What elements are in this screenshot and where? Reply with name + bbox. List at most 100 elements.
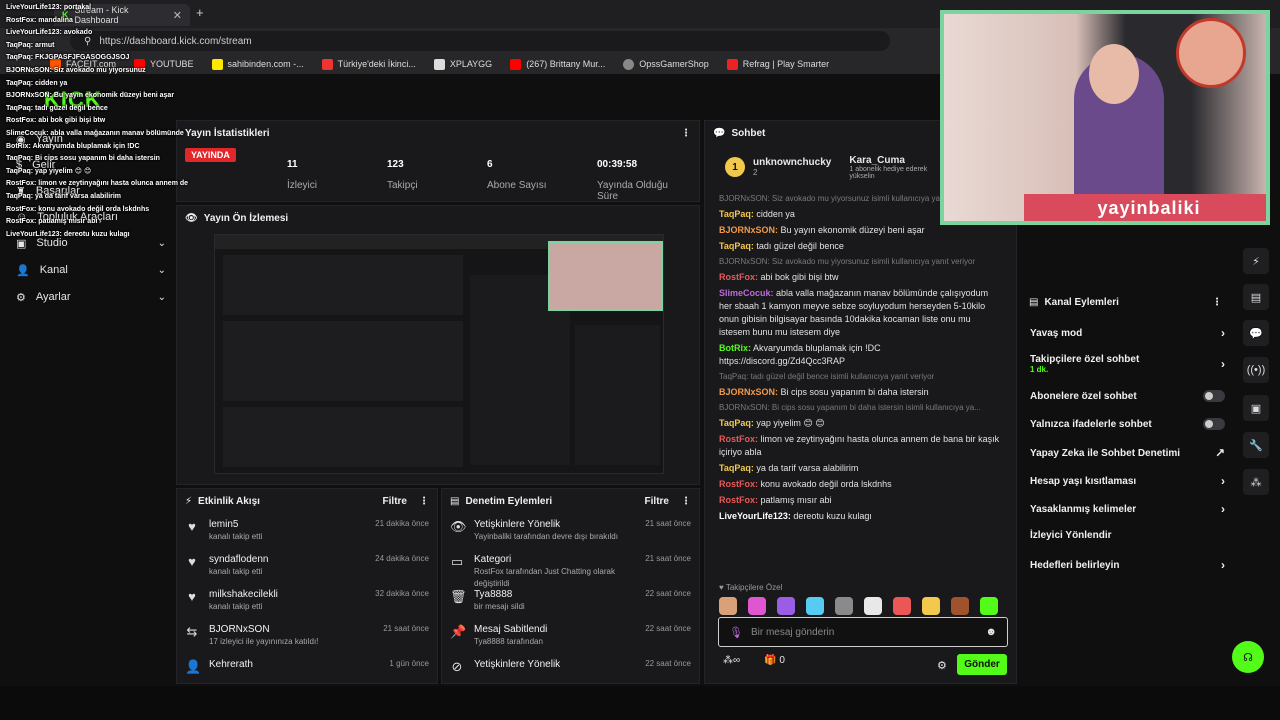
wrench-icon[interactable]: 🔧	[1243, 432, 1269, 458]
emote-icon[interactable]	[893, 597, 911, 615]
bookmark-faceit[interactable]: FACEIT.com	[50, 58, 116, 70]
bookmark-sahibinden[interactable]: sahibinden.com -...	[211, 58, 304, 70]
channel-action-6[interactable]: Yasaklanmış kelimeler ›	[1030, 502, 1225, 516]
chat-username[interactable]: LiveYourLife123:	[719, 511, 791, 521]
emote-icon[interactable]	[980, 597, 998, 615]
chevron-right-icon: ›	[1221, 502, 1225, 516]
chat-input[interactable]: 🎙 Bir mesaj gönderin ☻	[718, 617, 1008, 647]
pin-icon: 📌	[450, 624, 467, 639]
close-tab-icon[interactable]: ✕	[173, 9, 182, 22]
chevron-right-icon: ›	[1221, 558, 1225, 572]
browser-tab[interactable]: K Stream - Kick Dashboard ✕	[54, 4, 190, 26]
layout-icon[interactable]: ▣	[1243, 395, 1269, 421]
filter-button[interactable]: Filtre	[383, 496, 407, 507]
broadcast-icon[interactable]: ((•))	[1243, 357, 1269, 383]
stat-subscribers: 6 Abone Sayısı	[487, 159, 547, 191]
sidebar-item-kanal[interactable]: 👤 Kanal ⌄	[16, 259, 166, 281]
chat-message: TaqPaq: yap yiyelim 😊 😊	[705, 417, 1016, 430]
chat-message: LiveYourLife123: dereotu kuzu kulagı	[705, 510, 1016, 523]
bookmark-opss[interactable]: OpssGamerShop	[623, 58, 709, 70]
sidebar-item-basarilar[interactable]: ♜ Başarılar	[16, 180, 166, 202]
activity-row: ♥ lemin5 kanalı takip etti 21 dakika önce	[177, 513, 437, 548]
emote-icon[interactable]	[806, 597, 824, 615]
chat-message-text: Bu yayın ekonomik düzeyi beni aşar	[780, 225, 925, 235]
channel-action-5[interactable]: Hesap yaşı kısıtlaması ›	[1030, 474, 1225, 488]
emote-icon[interactable]	[864, 597, 882, 615]
youtube-icon	[134, 58, 146, 70]
chat-message-list: BJORNxSON: Siz avokado mu yiyorsunuz isi…	[705, 189, 1016, 523]
more-options-icon[interactable]: ⋮	[419, 496, 429, 507]
chat-username[interactable]: TaqPaq:	[719, 241, 754, 251]
chat-username[interactable]: SlimeCocuk:	[719, 288, 774, 298]
chat-message: RostFox: limon ve zeytinyağını hasta olu…	[705, 433, 1016, 459]
chat-bubble-icon[interactable]: 💬	[1243, 320, 1269, 346]
document-icon[interactable]: ▤	[1243, 284, 1269, 310]
chat-username[interactable]: RostFox:	[719, 495, 758, 505]
help-icon[interactable]: ☊	[1232, 641, 1264, 673]
emote-icon[interactable]	[719, 597, 737, 615]
bookmark-youtube-video[interactable]: (267) Brittany Mur...	[510, 58, 605, 70]
channel-action-8[interactable]: Hedefleri belirleyin ›	[1030, 558, 1225, 572]
channel-action-1[interactable]: Takipçilere özel sohbet 1 dk. ›	[1030, 354, 1225, 374]
preview-video-area	[223, 321, 463, 401]
channel-action-2[interactable]: Abonelere özel sohbet	[1030, 390, 1225, 402]
channel-points[interactable]: 🎁 0	[764, 655, 785, 666]
chat-message-text: dereotu kuzu kulagı	[793, 511, 872, 521]
channel-action-0[interactable]: Yavaş mod ›	[1030, 326, 1225, 340]
bookmark-youtube[interactable]: YOUTUBE	[134, 58, 194, 70]
more-options-icon[interactable]: ⋮	[681, 496, 691, 507]
emote-icon[interactable]	[951, 597, 969, 615]
chat-settings-icon[interactable]: ⚙	[937, 659, 947, 672]
send-button[interactable]: Gönder	[957, 654, 1007, 675]
channel-action-7[interactable]: İzleyici Yönlendir	[1030, 530, 1225, 541]
users-icon[interactable]: ⁂	[1243, 469, 1269, 495]
emote-icon[interactable]	[748, 597, 766, 615]
chat-username[interactable]: BotRix:	[719, 343, 751, 353]
emote-icon[interactable]	[777, 597, 795, 615]
eye-icon: 👁	[450, 519, 467, 534]
lightning-icon[interactable]: ⚡	[1243, 248, 1269, 274]
person-icon: 👤	[16, 264, 30, 277]
chat-username[interactable]: BJORNxSON:	[719, 225, 778, 235]
chat-username[interactable]: TaqPaq:	[719, 418, 754, 428]
kick-logo[interactable]: KICK	[44, 87, 102, 113]
url-field[interactable]: ⚲ https://dashboard.kick.com/stream	[70, 31, 890, 51]
chat-footer: ⁂∞ 🎁 0	[723, 655, 785, 666]
bookmark-xplaygg[interactable]: XPLAYGG	[433, 58, 492, 70]
new-tab-icon[interactable]: +	[196, 5, 204, 20]
sidebar-item-ayarlar[interactable]: ⚙ Ayarlar ⌄	[16, 286, 166, 308]
channel-action-3[interactable]: Yalnızca ifadelerle sohbet	[1030, 418, 1225, 430]
emote-icon[interactable]	[835, 597, 853, 615]
moderation-row: 👁 Yetişkinlere Yönelik Yayinbaliki tarafın…	[450, 519, 691, 541]
chat-username[interactable]: TaqPaq:	[719, 209, 754, 219]
chat-username[interactable]: TaqPaq:	[719, 463, 754, 473]
more-options-icon[interactable]: ⋮	[1212, 297, 1222, 308]
chat-message-text: tadı güzel değil bence	[756, 241, 844, 251]
microphone-icon[interactable]: 🎙	[729, 626, 743, 639]
toggle-switch[interactable]	[1203, 418, 1225, 430]
bookmark-refrag[interactable]: Refrag | Play Smarter	[726, 58, 829, 70]
sidebar-item-studio[interactable]: ▣ Studio ⌄	[16, 232, 166, 254]
chat-username[interactable]: RostFox:	[719, 434, 758, 444]
channel-action-label: Yasaklanmış kelimeler	[1030, 504, 1136, 515]
sidebar-item-gelir[interactable]: $ Gelir	[16, 154, 166, 176]
channel-action-4[interactable]: Yapay Zeka ile Sohbet Denetimi ↗	[1030, 446, 1225, 460]
sidebar-item-yayin[interactable]: ◉ Yayın	[16, 128, 166, 150]
users-icon[interactable]: ⁂∞	[723, 655, 740, 666]
toggle-switch[interactable]	[1203, 390, 1225, 402]
stat-viewers: 11 İzleyici	[287, 159, 318, 191]
emote-icon[interactable]	[922, 597, 940, 615]
preview-header: 👁 Yayın Ön İzlemesi	[185, 212, 289, 224]
chat-username[interactable]: RostFox:	[719, 479, 758, 489]
bookmark-turkiye[interactable]: Türkiye'deki İkinci...	[321, 58, 416, 70]
chat-username[interactable]: BJORNxSON:	[719, 387, 778, 397]
emoji-icon[interactable]: ☻	[985, 626, 997, 638]
more-options-icon[interactable]: ⋮	[681, 128, 691, 139]
filter-button[interactable]: Filtre	[645, 496, 669, 507]
stream-stats-header: Yayın İstatistikleri ⋮	[177, 121, 699, 145]
sidebar-item-topluluk[interactable]: ☺ Topluluk Araçları	[16, 206, 166, 228]
dollar-icon: $	[16, 159, 23, 171]
chat-username[interactable]: RostFox:	[719, 272, 758, 282]
stream-preview-video[interactable]	[214, 234, 664, 474]
site-info-icon[interactable]: ⚲	[84, 36, 91, 47]
